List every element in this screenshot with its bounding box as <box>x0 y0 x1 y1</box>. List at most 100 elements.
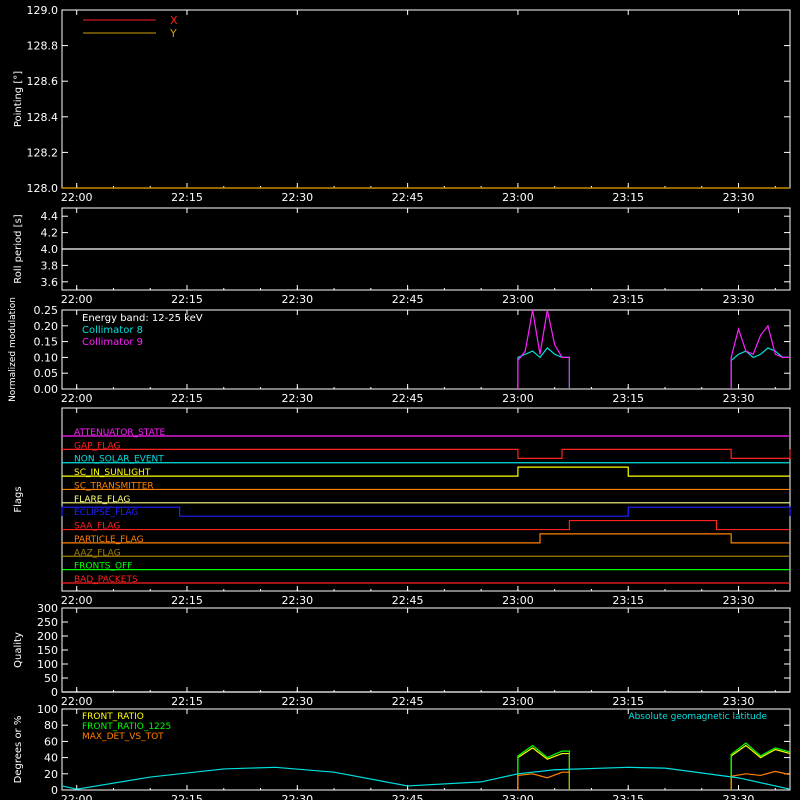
y-tick-label: 128.0 <box>27 182 59 195</box>
flag-line <box>61 506 791 517</box>
flag-line <box>62 519 790 531</box>
x-tick-label: 23:30 <box>723 293 755 306</box>
legend-label: Collimator 9 <box>82 337 143 348</box>
x-tick-label: 23:30 <box>723 793 755 800</box>
y-axis-label: Pointing [°] <box>13 71 24 127</box>
y-tick-label: 0.20 <box>34 320 59 333</box>
x-tick-label: 22:45 <box>392 191 424 204</box>
x-tick-label: 23:15 <box>612 293 644 306</box>
x-tick-label: 22:45 <box>392 293 424 306</box>
x-tick-label: 22:00 <box>61 793 93 800</box>
x-tick-label: 23:15 <box>612 392 644 405</box>
panel-pointing: 22:00 22:15 22:30 22:45 23:00 23:15 23:30 Point… <box>13 4 791 204</box>
x-tick-label: 22:45 <box>392 793 424 800</box>
series-line-absolute-geomagnetic-latitude <box>61 766 791 790</box>
x-tick-label: 22:30 <box>281 594 313 607</box>
x-tick-label: 22:15 <box>171 594 203 607</box>
panel-frame <box>61 607 791 693</box>
x-tick-label: 23:15 <box>612 594 644 607</box>
x-tick-label: 23:30 <box>723 191 755 204</box>
y-tick-label: 0.10 <box>34 351 59 364</box>
legend-label: FRONT_RATIO <box>82 712 144 722</box>
y-tick-label: 60 <box>44 735 58 748</box>
x-tick-label: 22:15 <box>171 392 203 405</box>
y-tick-label: 50 <box>44 672 58 685</box>
x-tick-label: 23:00 <box>502 695 534 708</box>
panel-modulation: 22:00 22:15 22:30 22:45 23:00 23:15 23:30 Norma… <box>8 297 791 405</box>
y-tick-label: 100 <box>37 703 58 716</box>
x-tick-label: 23:15 <box>612 793 644 800</box>
x-tick-label: 22:15 <box>171 793 203 800</box>
y-tick-label: 40 <box>44 752 58 765</box>
y-tick-label: 0 <box>51 784 58 797</box>
y-tick-label: 3.6 <box>41 276 59 289</box>
y-axis-label: Roll period [s] <box>13 214 24 283</box>
x-tick-label: 23:00 <box>502 293 534 306</box>
y-tick-label: 200 <box>37 630 58 643</box>
x-tick-label: 22:45 <box>392 392 424 405</box>
x-tick-label: 22:30 <box>281 392 313 405</box>
y-tick-label: 4.4 <box>41 210 59 223</box>
legend-label: MAX_DET_VS_TOT <box>82 732 164 742</box>
x-tick-label: 22:30 <box>281 191 313 204</box>
legend-label: FRONT_RATIO_1225 <box>82 722 171 732</box>
flag-line <box>62 448 791 459</box>
y-axis-label: Degrees or % <box>13 716 24 784</box>
y-tick-label: 150 <box>37 644 58 657</box>
panel-roll: 22:00 22:15 22:30 22:45 23:00 23:15 23:30 Roll … <box>13 207 791 306</box>
y-tick-label: 80 <box>44 719 58 732</box>
y-tick-label: 300 <box>37 602 58 615</box>
y-tick-label: 129.0 <box>27 4 59 17</box>
y-tick-label: 3.8 <box>41 259 59 272</box>
series-line-front-ratio-1225 <box>517 742 791 790</box>
x-tick-label: 23:00 <box>502 392 534 405</box>
series-line-collimator-8 <box>517 347 790 389</box>
legend-label: Collimator 8 <box>82 325 143 336</box>
y-tick-label: 100 <box>37 658 58 671</box>
x-tick-label: 23:00 <box>502 191 534 204</box>
y-tick-label: 128.2 <box>27 146 59 159</box>
legend-label: Y <box>169 27 177 40</box>
x-tick-label: 23:15 <box>612 191 644 204</box>
x-tick-label: 22:45 <box>392 695 424 708</box>
x-tick-label: 22:00 <box>61 594 93 607</box>
x-tick-label: 22:15 <box>171 293 203 306</box>
multi-panel-figure: 22:00 22:15 22:30 22:45 23:00 23:15 23:30 Point… <box>8 4 791 800</box>
y-axis-label: Flags <box>13 486 24 512</box>
x-tick-label: 22:00 <box>61 695 93 708</box>
energy-band-annotation: Energy band: 12-25 keV <box>82 313 203 324</box>
y-tick-label: 0.00 <box>34 383 59 396</box>
y-tick-label: 0.05 <box>34 367 59 380</box>
geomag-annotation: Absolute geomagnetic latitude <box>628 712 767 722</box>
x-tick-label: 22:15 <box>171 191 203 204</box>
y-tick-label: 250 <box>37 616 58 629</box>
y-axis-label: Normalized modulation <box>8 297 18 402</box>
x-tick-label: 22:00 <box>61 392 93 405</box>
panel-flags: 22:00 22:15 22:30 22:45 23:00 23:15 23:30 Flags… <box>13 407 791 607</box>
legend-label: X <box>170 14 178 27</box>
flag-line <box>62 533 790 544</box>
x-tick-label: 23:00 <box>502 594 534 607</box>
flag-label: ECLIPSE_FLAG <box>74 508 138 518</box>
y-tick-label: 128.6 <box>27 75 59 88</box>
x-tick-label: 22:00 <box>61 191 93 204</box>
y-tick-label: 0.15 <box>34 336 59 349</box>
x-tick-label: 22:15 <box>171 695 203 708</box>
x-tick-label: 23:30 <box>723 392 755 405</box>
x-tick-label: 22:30 <box>281 695 313 708</box>
flag-line <box>62 466 790 477</box>
y-tick-label: 128.8 <box>27 40 59 53</box>
y-tick-label: 4.0 <box>41 243 59 256</box>
x-tick-label: 23:00 <box>502 793 534 800</box>
x-tick-label: 22:00 <box>61 293 93 306</box>
panel-quality: 22:00 22:15 22:30 22:45 23:00 23:15 23:30 Quali… <box>13 602 791 708</box>
y-tick-label: 0.25 <box>34 304 59 317</box>
x-tick-label: 22:30 <box>281 293 313 306</box>
y-tick-label: 20 <box>44 768 58 781</box>
y-tick-label: 0 <box>51 686 58 699</box>
y-tick-label: 4.2 <box>41 227 59 240</box>
x-tick-label: 23:15 <box>612 695 644 708</box>
y-tick-label: 128.4 <box>27 111 59 124</box>
x-tick-label: 22:30 <box>281 793 313 800</box>
x-tick-label: 23:30 <box>723 695 755 708</box>
